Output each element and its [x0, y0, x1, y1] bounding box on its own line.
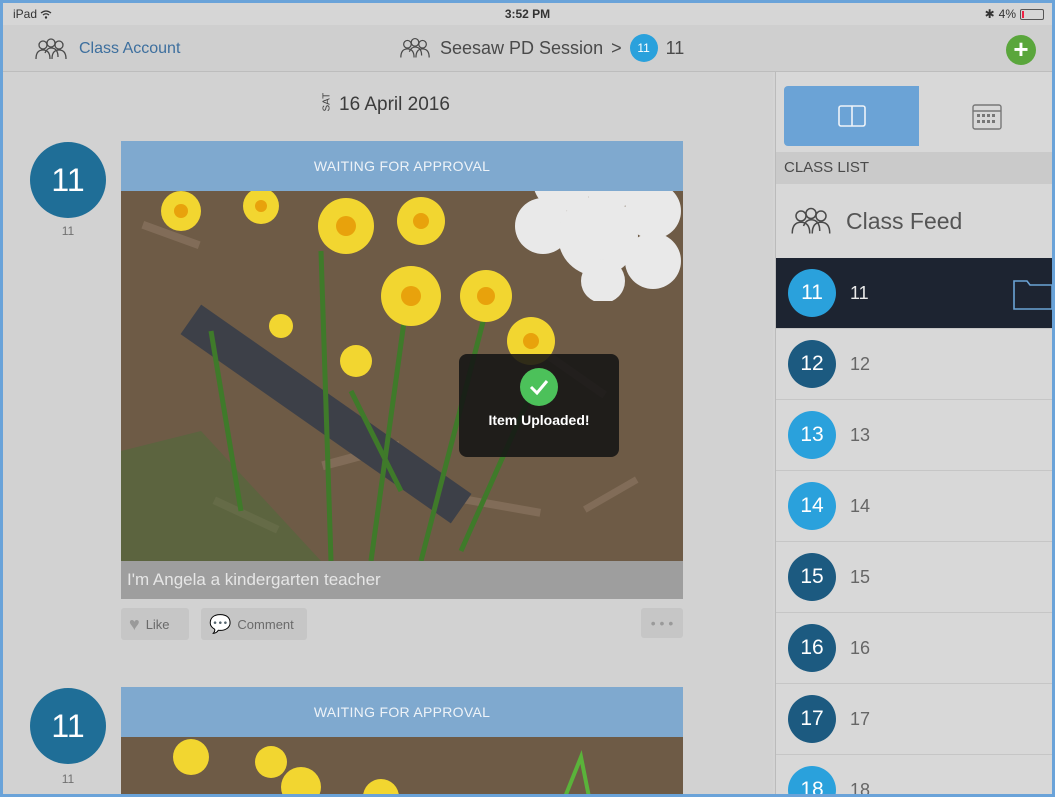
student-name: 13 — [850, 424, 871, 445]
upload-toast: Item Uploaded! — [459, 354, 619, 457]
clock: 3:52 PM — [504, 7, 551, 21]
approval-banner: WAITING FOR APPROVAL — [121, 687, 683, 737]
view-segmented-control — [784, 86, 1052, 146]
day-of-week: SAT — [321, 92, 333, 111]
student-number-badge: 12 — [788, 340, 836, 388]
student-row[interactable]: 11 11 — [776, 258, 1053, 329]
student-row[interactable]: 16 16 — [776, 613, 1052, 684]
battery-percent: 4% — [998, 7, 1016, 21]
ipad-screen: iPad 3:52 PM ✱ 4% Class Account Seesaw P… — [0, 0, 1055, 797]
approval-status: WAITING FOR APPROVAL — [313, 158, 491, 174]
battery-status: ✱ 4% — [985, 7, 1044, 21]
post-photo[interactable] — [121, 737, 683, 794]
student-avatar-label: 11 — [61, 224, 75, 238]
plus-circle-icon: + — [1013, 34, 1029, 64]
comment-label: Comment — [237, 616, 294, 632]
class-list-header: CLASS LIST — [776, 152, 1052, 184]
student-name: 14 — [850, 495, 871, 516]
student-row[interactable]: 12 12 — [776, 329, 1052, 400]
student-row[interactable]: 17 17 — [776, 684, 1052, 755]
calendar-icon — [971, 104, 1002, 130]
journal-feed[interactable]: SAT 16 April 2016 11 11 WAITING FOR APPR… — [3, 72, 773, 794]
student-number-badge: 13 — [788, 411, 836, 459]
book-icon — [837, 105, 866, 127]
student-name: 12 — [850, 353, 871, 374]
student-row[interactable]: 13 13 — [776, 400, 1052, 471]
breadcrumb: Seesaw PD Session > 11 11 — [398, 34, 684, 62]
student-number-badge: 18 — [788, 766, 836, 794]
comment-icon: 💬 — [209, 613, 232, 634]
journal-view-tab[interactable] — [784, 86, 919, 146]
student-name: 17 — [850, 708, 871, 729]
student-row[interactable]: 18 18 — [776, 755, 1052, 797]
class-account-button[interactable]: Class Account — [33, 37, 180, 61]
approval-banner: WAITING FOR APPROVAL — [121, 141, 683, 191]
student-name: 18 — [850, 779, 871, 797]
student-name: 15 — [850, 566, 871, 587]
calendar-view-tab[interactable] — [919, 86, 1052, 146]
student-row[interactable]: 15 15 — [776, 542, 1052, 613]
bluetooth-icon: ✱ — [984, 7, 995, 21]
student-name: 11 — [850, 282, 869, 303]
student-label: 11 — [665, 37, 685, 58]
date-label: 16 April 2016 — [339, 94, 450, 115]
class-feed-item[interactable]: Class Feed — [776, 184, 1052, 258]
privacy-cloud-icon — [515, 191, 681, 301]
date-header: SAT 16 April 2016 — [321, 92, 450, 116]
class-feed-label: Class Feed — [846, 207, 963, 234]
approval-status: WAITING FOR APPROVAL — [313, 704, 491, 720]
heart-icon: ♥ — [129, 613, 140, 634]
navigation-bar: Class Account Seesaw PD Session > 11 11 … — [3, 25, 1052, 72]
student-row[interactable]: 14 14 — [776, 471, 1052, 542]
student-name: 16 — [850, 637, 871, 658]
checkmark-icon — [520, 368, 558, 406]
people-icon — [791, 207, 831, 234]
student-number-badge: 17 — [788, 695, 836, 743]
class-account-label: Class Account — [79, 40, 181, 57]
student-avatar[interactable]: 11 — [30, 688, 106, 764]
post-caption: I'm Angela a kindergarten teacher — [121, 561, 683, 599]
like-button[interactable]: ♥ Like — [121, 608, 189, 640]
more-options-button[interactable]: • • • — [641, 608, 683, 638]
student-avatar[interactable]: 11 — [30, 142, 106, 218]
status-bar: iPad 3:52 PM ✱ 4% — [3, 3, 1052, 25]
add-item-button[interactable]: + — [1006, 35, 1036, 65]
student-number-badge: 16 — [788, 624, 836, 672]
student-number-badge: 11 — [788, 269, 836, 317]
people-icon — [400, 37, 430, 58]
student-badge: 11 — [629, 34, 658, 62]
student-number-badge: 15 — [788, 553, 836, 601]
people-icon — [35, 38, 67, 60]
student-number-badge: 14 — [788, 482, 836, 530]
comment-button[interactable]: 💬 Comment — [201, 608, 307, 640]
toast-message: Item Uploaded! — [488, 412, 590, 428]
daffodil-photo — [121, 737, 683, 794]
battery-icon — [1020, 8, 1044, 20]
class-sidebar: CLASS LIST Class Feed 11 11 12 12 13 13 … — [775, 72, 1053, 797]
student-avatar-label: 11 — [61, 772, 75, 786]
class-name[interactable]: Seesaw PD Session — [440, 38, 603, 59]
breadcrumb-separator: > — [611, 37, 622, 58]
post-card[interactable]: WAITING FOR APPROVAL — [121, 687, 683, 794]
post-actions: ♥ Like 💬 Comment • • • — [121, 608, 683, 642]
folder-icon[interactable] — [1013, 276, 1053, 310]
like-label: Like — [145, 616, 170, 632]
